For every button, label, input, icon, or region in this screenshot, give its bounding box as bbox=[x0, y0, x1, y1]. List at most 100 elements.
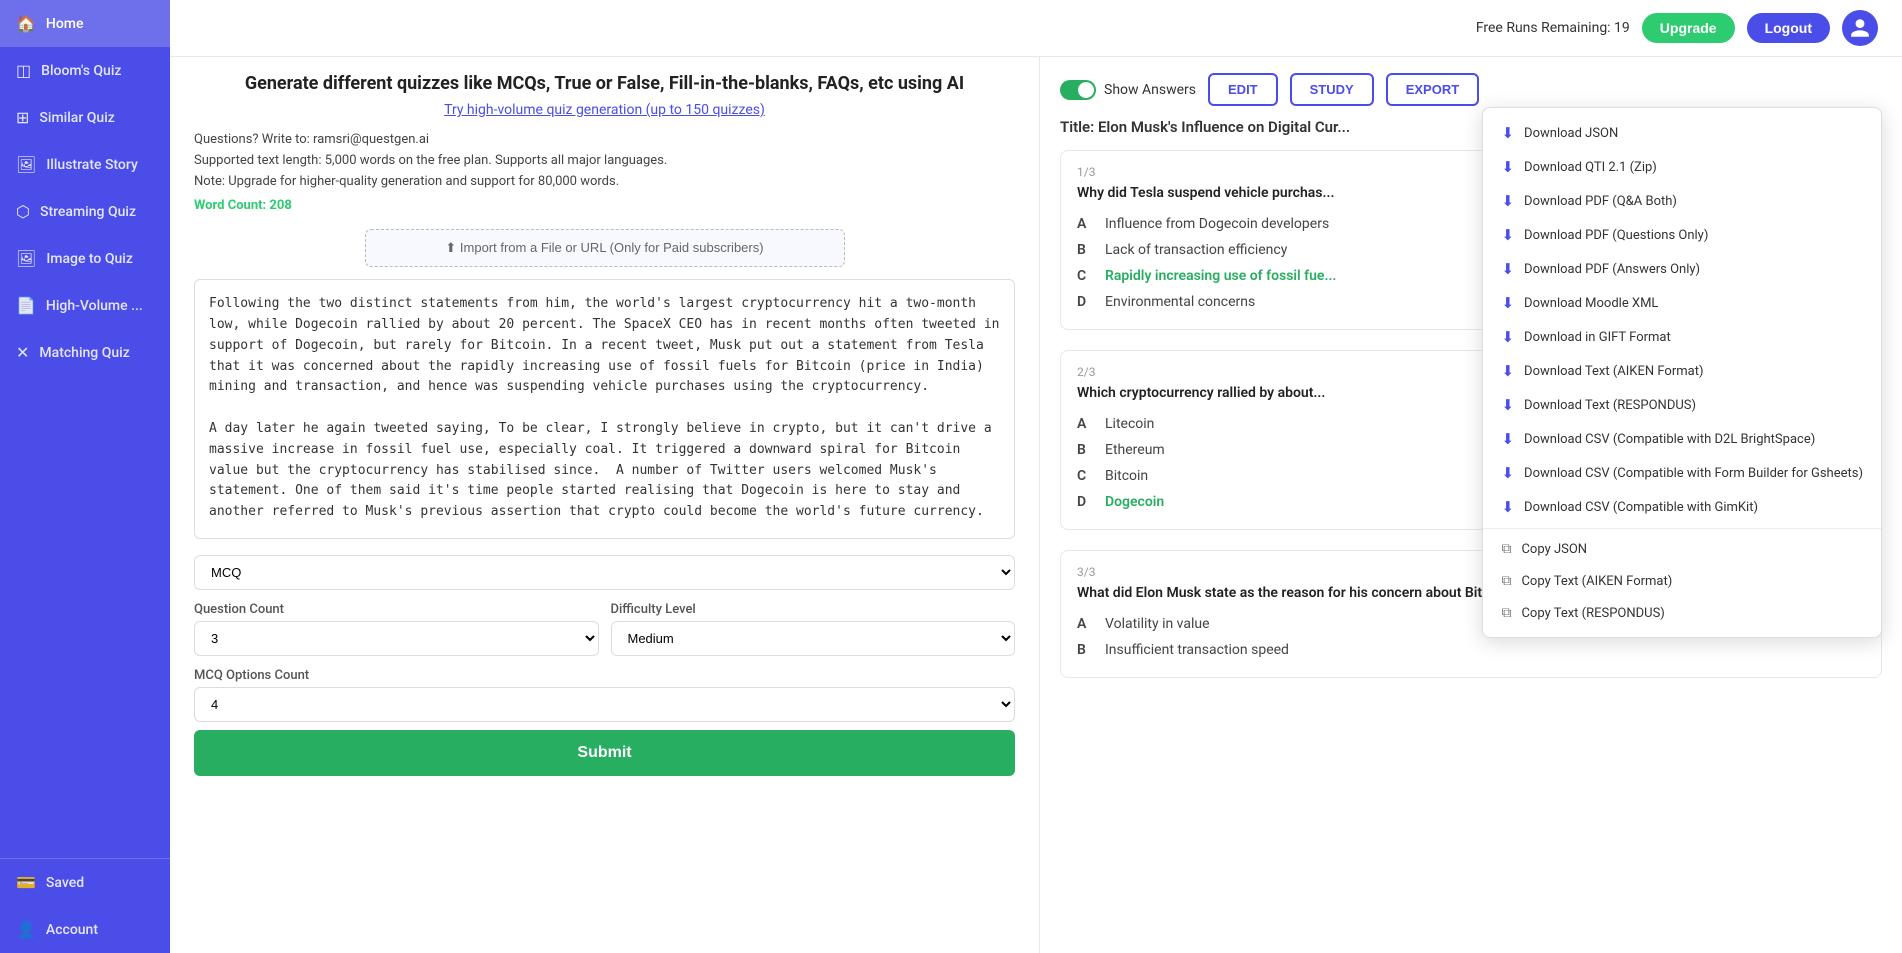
export-item-label: Download CSV (Compatible with GimKit) bbox=[1524, 500, 1758, 515]
sidebar-item-label: Streaming Quiz bbox=[40, 204, 136, 220]
export-download-d2l[interactable]: ⬇ Download CSV (Compatible with D2L Brig… bbox=[1483, 422, 1881, 456]
free-runs-label: Free Runs Remaining: 19 bbox=[1476, 20, 1630, 36]
difficulty-select[interactable]: Medium EasyHard bbox=[611, 621, 1016, 656]
option-text: Environmental concerns bbox=[1105, 294, 1255, 310]
export-item-label: Download PDF (Q&A Both) bbox=[1524, 194, 1677, 209]
download-icon: ⬇ bbox=[1501, 362, 1514, 380]
export-download-respondus[interactable]: ⬇ Download Text (RESPONDUS) bbox=[1483, 388, 1881, 422]
question-count-label: Question Count bbox=[194, 602, 599, 617]
home-icon: 🏠 bbox=[16, 14, 36, 33]
contact-info: Questions? Write to: ramsri@questgen.ai bbox=[194, 130, 1015, 151]
show-answers-toggle[interactable] bbox=[1060, 80, 1096, 100]
download-icon: ⬇ bbox=[1501, 158, 1514, 176]
sidebar-item-label: Matching Quiz bbox=[39, 345, 129, 361]
question-count-group: Question Count 3 1245 bbox=[194, 602, 599, 656]
option-text: Volatility in value bbox=[1105, 616, 1210, 632]
submit-button[interactable]: Submit bbox=[194, 730, 1015, 776]
export-download-moodle[interactable]: ⬇ Download Moodle XML bbox=[1483, 286, 1881, 320]
sidebar: 🏠 Home ◫ Bloom's Quiz ⊞ Similar Quiz 🖼 I… bbox=[0, 0, 170, 953]
option-text: Insufficient transaction speed bbox=[1105, 642, 1289, 658]
export-download-gift[interactable]: ⬇ Download in GIFT Format bbox=[1483, 320, 1881, 354]
option-text: Ethereum bbox=[1105, 442, 1165, 458]
export-item-label: Download CSV (Compatible with Form Build… bbox=[1524, 466, 1863, 481]
sidebar-item-saved[interactable]: 💳 Saved bbox=[0, 859, 170, 906]
sidebar-item-streaming-quiz[interactable]: ⬡ Streaming Quiz bbox=[0, 188, 170, 235]
export-copy-aiken[interactable]: ⧉ Copy Text (AIKEN Format) bbox=[1483, 565, 1881, 597]
export-download-gimkit[interactable]: ⬇ Download CSV (Compatible with GimKit) bbox=[1483, 490, 1881, 524]
export-button[interactable]: EXPORT bbox=[1386, 73, 1479, 106]
question-count-select[interactable]: 3 1245 bbox=[194, 621, 599, 656]
download-icon: ⬇ bbox=[1501, 226, 1514, 244]
export-download-qti[interactable]: ⬇ Download QTI 2.1 (Zip) bbox=[1483, 150, 1881, 184]
export-download-aiken[interactable]: ⬇ Download Text (AIKEN Format) bbox=[1483, 354, 1881, 388]
export-divider bbox=[1483, 528, 1881, 529]
sidebar-item-high-volume[interactable]: 📄 High-Volume ... bbox=[0, 282, 170, 329]
sidebar-item-matching-quiz[interactable]: ✕ Matching Quiz bbox=[0, 329, 170, 376]
option-letter: D bbox=[1077, 294, 1095, 310]
avatar[interactable] bbox=[1842, 10, 1878, 46]
download-icon: ⬇ bbox=[1501, 464, 1514, 482]
edit-button[interactable]: EDIT bbox=[1208, 73, 1278, 106]
download-icon: ⬇ bbox=[1501, 192, 1514, 210]
difficulty-label: Difficulty Level bbox=[611, 602, 1016, 617]
upgrade-button[interactable]: Upgrade bbox=[1642, 13, 1735, 43]
study-button[interactable]: STUDY bbox=[1290, 73, 1374, 106]
sidebar-item-label: High-Volume ... bbox=[46, 298, 143, 314]
difficulty-group: Difficulty Level Medium EasyHard bbox=[611, 602, 1016, 656]
download-icon: ⬇ bbox=[1501, 260, 1514, 278]
export-download-pdf-answers[interactable]: ⬇ Download PDF (Answers Only) bbox=[1483, 252, 1881, 286]
export-item-label: Download Text (RESPONDUS) bbox=[1524, 398, 1696, 413]
blooms-icon: ◫ bbox=[16, 61, 31, 80]
select-row: Question Count 3 1245 Difficulty Level M… bbox=[194, 602, 1015, 656]
option-letter: D bbox=[1077, 494, 1095, 510]
logout-button[interactable]: Logout bbox=[1747, 13, 1830, 43]
saved-icon: 💳 bbox=[16, 873, 36, 892]
content-area: Generate different quizzes like MCQs, Tr… bbox=[170, 57, 1902, 953]
option-text-correct: Dogecoin bbox=[1105, 494, 1164, 510]
import-button[interactable]: ⬆ Import from a File or URL (Only for Pa… bbox=[365, 229, 845, 267]
option-letter: B bbox=[1077, 442, 1095, 458]
export-copy-respondus[interactable]: ⧉ Copy Text (RESPONDUS) bbox=[1483, 597, 1881, 629]
left-panel: Generate different quizzes like MCQs, Tr… bbox=[170, 57, 1040, 953]
option-letter: B bbox=[1077, 242, 1095, 258]
export-copy-json[interactable]: ⧉ Copy JSON bbox=[1483, 533, 1881, 565]
option-letter: C bbox=[1077, 468, 1095, 484]
sidebar-item-label: Bloom's Quiz bbox=[41, 63, 121, 79]
sidebar-item-account[interactable]: 👤 Account bbox=[0, 906, 170, 953]
sidebar-item-similar-quiz[interactable]: ⊞ Similar Quiz bbox=[0, 94, 170, 141]
page-title: Generate different quizzes like MCQs, Tr… bbox=[194, 73, 1015, 94]
sidebar-item-label: Account bbox=[46, 922, 98, 938]
account-icon: 👤 bbox=[16, 920, 36, 939]
export-item-label: Copy JSON bbox=[1521, 542, 1587, 557]
page-subtitle[interactable]: Try high-volume quiz generation (up to 1… bbox=[194, 102, 1015, 118]
sidebar-item-home[interactable]: 🏠 Home bbox=[0, 0, 170, 47]
sidebar-item-image-to-quiz[interactable]: 🖼 Image to Quiz bbox=[0, 235, 170, 282]
header: Free Runs Remaining: 19 Upgrade Logout bbox=[170, 0, 1902, 57]
sidebar-item-label: Saved bbox=[46, 875, 84, 891]
export-item-label: Download PDF (Questions Only) bbox=[1524, 228, 1708, 243]
text-input[interactable] bbox=[194, 279, 1015, 539]
download-icon: ⬇ bbox=[1501, 498, 1514, 516]
export-download-pdf-both[interactable]: ⬇ Download PDF (Q&A Both) bbox=[1483, 184, 1881, 218]
sidebar-item-label: Home bbox=[46, 16, 84, 32]
option-text: Lack of transaction efficiency bbox=[1105, 242, 1287, 258]
export-item-label: Download JSON bbox=[1524, 126, 1618, 141]
textarea-wrapper bbox=[194, 279, 1015, 543]
download-icon: ⬇ bbox=[1501, 396, 1514, 414]
copy-icon: ⧉ bbox=[1501, 541, 1511, 557]
upgrade-note: Note: Upgrade for higher-quality generat… bbox=[194, 172, 1015, 193]
show-answers-label: Show Answers bbox=[1104, 82, 1196, 98]
quiz-type-select[interactable]: MCQ True or False Fill-in-the-blanks FAQ… bbox=[194, 555, 1015, 590]
export-download-pdf-questions[interactable]: ⬇ Download PDF (Questions Only) bbox=[1483, 218, 1881, 252]
mcq-options-select[interactable]: 4 235 bbox=[194, 687, 1015, 722]
download-icon: ⬇ bbox=[1501, 430, 1514, 448]
export-item-label: Download QTI 2.1 (Zip) bbox=[1524, 160, 1657, 175]
sidebar-item-blooms-quiz[interactable]: ◫ Bloom's Quiz bbox=[0, 47, 170, 94]
export-download-gsheets[interactable]: ⬇ Download CSV (Compatible with Form Bui… bbox=[1483, 456, 1881, 490]
illustrate-icon: 🖼 bbox=[16, 155, 36, 174]
sidebar-item-illustrate-story[interactable]: 🖼 Illustrate Story bbox=[0, 141, 170, 188]
quiz-toolbar: Show Answers EDIT STUDY EXPORT bbox=[1060, 73, 1882, 106]
export-download-json[interactable]: ⬇ Download JSON bbox=[1483, 116, 1881, 150]
export-item-label: Copy Text (AIKEN Format) bbox=[1521, 574, 1672, 589]
main-area: Free Runs Remaining: 19 Upgrade Logout G… bbox=[170, 0, 1902, 953]
